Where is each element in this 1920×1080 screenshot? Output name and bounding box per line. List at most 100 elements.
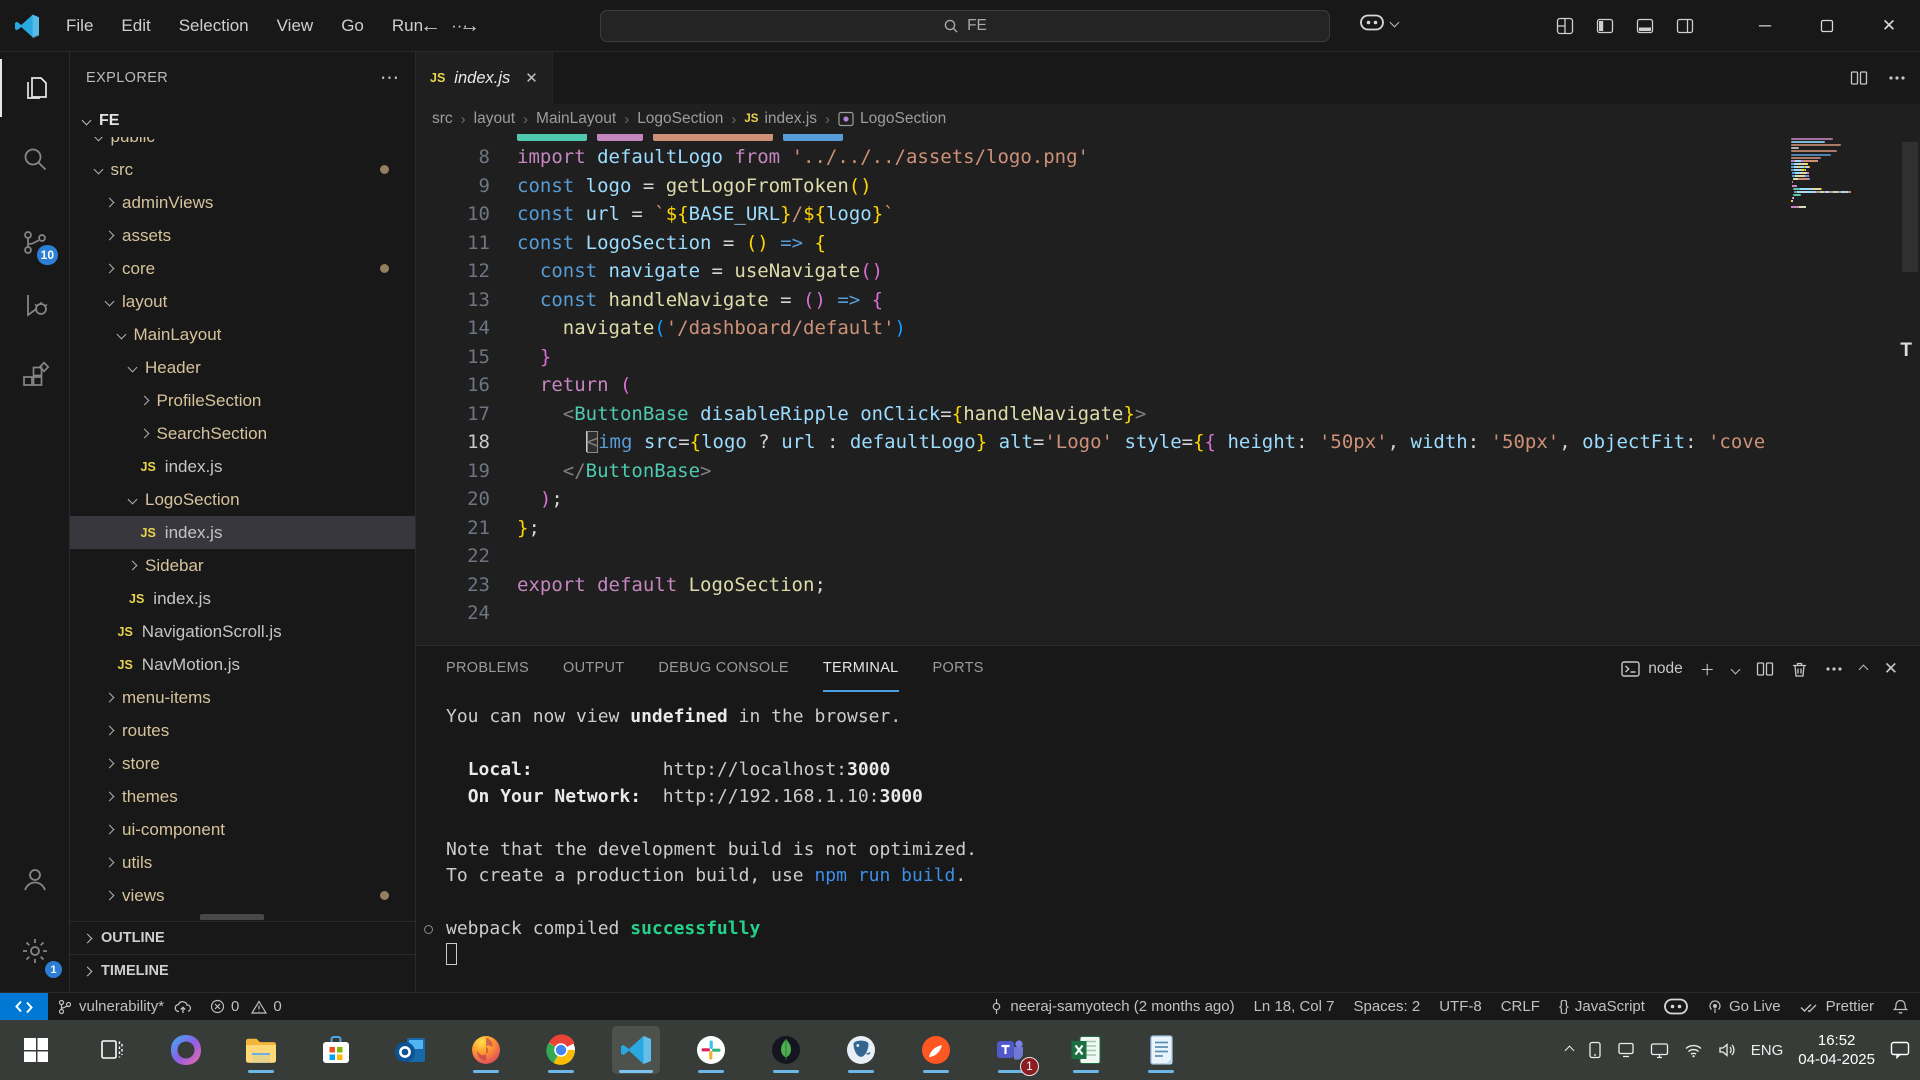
tree-root-fe[interactable]: FE: [70, 104, 415, 137]
status-indentation[interactable]: Spaces: 2: [1353, 993, 1420, 1021]
tray-chevron-up-icon[interactable]: [1564, 1045, 1574, 1055]
code-editor[interactable]: 8import defaultLogo from '../../../asset…: [416, 134, 1788, 645]
maximize-panel-icon[interactable]: [1858, 664, 1868, 674]
panel-tab-terminal[interactable]: TERMINAL: [823, 646, 899, 692]
taskbar-app-postgresql[interactable]: [837, 1026, 885, 1074]
wifi-icon[interactable]: [1684, 1043, 1703, 1058]
editor-scrollbar[interactable]: [1902, 142, 1918, 272]
tree-item-LogoSection[interactable]: LogoSection: [70, 483, 415, 516]
tree-item-assets[interactable]: assets: [70, 219, 415, 252]
back-button[interactable]: ←: [420, 14, 441, 38]
tree-item-core[interactable]: core: [70, 252, 415, 285]
menu-edit[interactable]: Edit: [107, 9, 164, 43]
toggle-secondary-sidebar-icon[interactable]: [1676, 17, 1694, 35]
taskbar-clock[interactable]: 16:52 04-04-2025: [1798, 1031, 1875, 1069]
tree-item-routes[interactable]: routes: [70, 714, 415, 747]
taskbar-app-start[interactable]: [12, 1026, 60, 1074]
status-problems[interactable]: 00: [201, 993, 291, 1021]
tab-index-js[interactable]: JS index.js ✕: [416, 52, 553, 104]
taskbar-app-vscode[interactable]: [612, 1026, 660, 1074]
terminal-instance[interactable]: node: [1621, 660, 1682, 678]
breadcrumb-item-LogoSection[interactable]: LogoSection: [637, 110, 723, 128]
menu-selection[interactable]: Selection: [165, 9, 263, 43]
tree-item-index.js[interactable]: JSindex.js: [70, 450, 415, 483]
split-editor-icon[interactable]: [1850, 70, 1868, 86]
tree-item-NavigationScroll.js[interactable]: JSNavigationScroll.js: [70, 615, 415, 648]
volume-icon[interactable]: [1718, 1042, 1736, 1058]
new-terminal-button[interactable]: ＋: [1700, 659, 1715, 680]
tree-item-Sidebar[interactable]: Sidebar: [70, 549, 415, 582]
breadcrumb-item-LogoSection[interactable]: LogoSection: [838, 110, 946, 128]
activitybar-accounts[interactable]: [0, 850, 70, 908]
forward-button[interactable]: →: [459, 14, 480, 38]
terminal-output[interactable]: You can now view undefined in the browse…: [446, 704, 1900, 992]
tree-item-public[interactable]: public: [70, 137, 415, 153]
notifications-icon[interactable]: [1890, 1041, 1910, 1059]
activitybar-explorer[interactable]: [0, 59, 70, 117]
menu-go[interactable]: Go: [327, 9, 378, 43]
taskbar-app-excel[interactable]: [1062, 1026, 1110, 1074]
restore-button[interactable]: [1796, 0, 1858, 52]
timeline-section[interactable]: TIMELINE: [70, 954, 415, 987]
taskbar-app-chrome[interactable]: [537, 1026, 585, 1074]
breadcrumb-item-MainLayout[interactable]: MainLayout: [536, 110, 616, 128]
phone-icon[interactable]: [1588, 1041, 1602, 1059]
menu-file[interactable]: File: [52, 9, 107, 43]
tree-item-menu-items[interactable]: menu-items: [70, 681, 415, 714]
status-cursor-position[interactable]: Ln 18, Col 7: [1254, 993, 1335, 1021]
breadcrumb-item-index.js[interactable]: JSindex.js: [744, 110, 817, 128]
minimap[interactable]: [1788, 134, 1832, 645]
tab-close-icon[interactable]: ✕: [525, 69, 538, 87]
panel-tab-problems[interactable]: PROBLEMS: [446, 646, 529, 692]
taskbar-app-copilot[interactable]: [162, 1026, 210, 1074]
menu-view[interactable]: View: [263, 9, 328, 43]
tree-item-utils[interactable]: utils: [70, 846, 415, 879]
taskbar-app-file-explorer[interactable]: [237, 1026, 285, 1074]
taskbar-app-notepad[interactable]: [1137, 1026, 1185, 1074]
outline-section[interactable]: OUTLINE: [70, 921, 415, 954]
tree-item-SearchSection[interactable]: SearchSection: [70, 417, 415, 450]
tree-item-Header[interactable]: Header: [70, 351, 415, 384]
tree-item-MainLayout[interactable]: MainLayout: [70, 318, 415, 351]
status-git-branch[interactable]: vulnerability*: [48, 993, 201, 1021]
split-terminal-icon[interactable]: [1756, 661, 1774, 677]
taskbar-app-mongodb[interactable]: [762, 1026, 810, 1074]
breadcrumb-item-src[interactable]: src: [432, 110, 453, 128]
remote-desktop-icon[interactable]: [1617, 1041, 1635, 1059]
tree-item-views[interactable]: views: [70, 879, 415, 912]
editor-more-icon[interactable]: [1888, 75, 1906, 81]
panel-tab-debug-console[interactable]: DEBUG CONSOLE: [658, 646, 788, 692]
activitybar-settings[interactable]: 1: [0, 922, 70, 980]
status-copilot[interactable]: [1664, 993, 1688, 1021]
tree-item-NavMotion.js[interactable]: JSNavMotion.js: [70, 648, 415, 681]
tree-item-index.js[interactable]: JSindex.js: [70, 516, 415, 549]
keyboard-language[interactable]: ENG: [1751, 1042, 1784, 1059]
status-go-live[interactable]: Go Live: [1707, 993, 1781, 1021]
panel-more-icon[interactable]: [1825, 666, 1843, 672]
explorer-more-button[interactable]: ⋯: [380, 67, 399, 90]
status-encoding[interactable]: UTF-8: [1439, 993, 1482, 1021]
breadcrumb-item-layout[interactable]: layout: [474, 110, 515, 128]
taskbar-app-task-view[interactable]: [87, 1026, 135, 1074]
tree-item-src[interactable]: src: [70, 153, 415, 186]
activitybar-run-debug[interactable]: [0, 276, 70, 334]
tree-item-layout[interactable]: layout: [70, 285, 415, 318]
copilot-menu[interactable]: [1360, 14, 1398, 31]
status-prettier[interactable]: Prettier: [1800, 993, 1874, 1021]
tree-item-adminViews[interactable]: adminViews: [70, 186, 415, 219]
terminal-dropdown-icon[interactable]: [1730, 664, 1740, 674]
status-notifications[interactable]: [1893, 993, 1908, 1021]
customize-layout-icon[interactable]: [1556, 17, 1574, 35]
taskbar-app-microsoft-store[interactable]: [312, 1026, 360, 1074]
panel-tab-output[interactable]: OUTPUT: [563, 646, 624, 692]
status-remote[interactable]: [0, 993, 48, 1021]
status-language-mode[interactable]: {}JavaScript: [1559, 993, 1645, 1021]
kill-terminal-icon[interactable]: [1791, 661, 1808, 678]
tree-item-index.js[interactable]: JSindex.js: [70, 582, 415, 615]
close-panel-icon[interactable]: ✕: [1884, 659, 1898, 679]
toggle-panel-icon[interactable]: [1636, 17, 1654, 35]
taskbar-app-teams[interactable]: 1: [987, 1026, 1035, 1074]
close-button[interactable]: ✕: [1858, 0, 1920, 52]
minimize-button[interactable]: ─: [1734, 0, 1796, 52]
monitor-icon[interactable]: [1650, 1042, 1669, 1059]
